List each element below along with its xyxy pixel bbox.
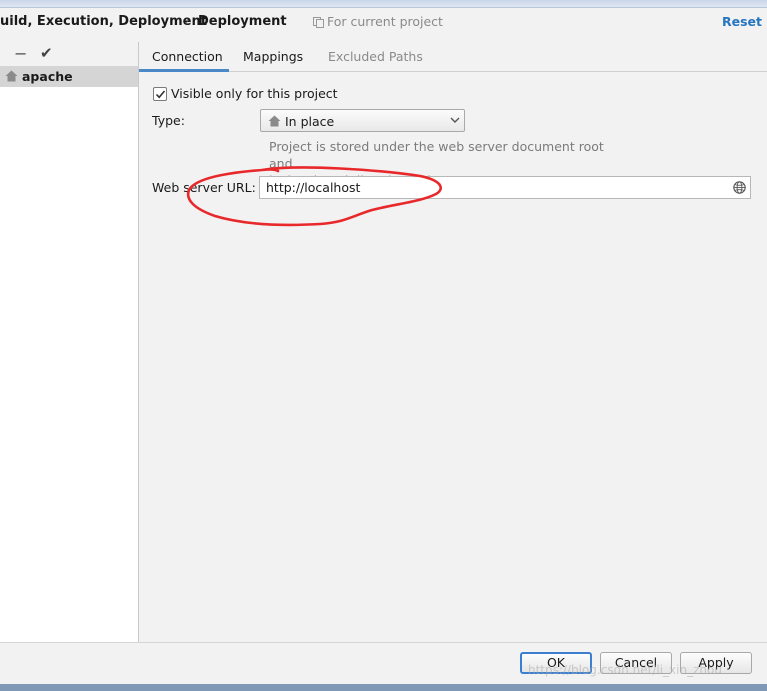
- scope-label: For current project: [327, 14, 443, 29]
- type-description-line-1: Project is stored under the web server d…: [269, 139, 604, 171]
- home-icon: [5, 70, 18, 82]
- type-select-value: In place: [285, 114, 335, 129]
- breadcrumb-current: Deployment: [198, 14, 287, 29]
- type-label: Type:: [152, 113, 185, 128]
- server-item-label: apache: [22, 69, 73, 84]
- tab-mappings[interactable]: Mappings: [243, 49, 303, 64]
- chevron-down-icon: [450, 117, 460, 123]
- server-item-apache[interactable]: apache: [0, 66, 138, 87]
- checkmark-icon: [155, 90, 166, 99]
- web-server-url-input[interactable]: [259, 176, 751, 199]
- window-bottom-strip: [0, 684, 767, 691]
- tab-connection[interactable]: Connection: [152, 49, 223, 64]
- tabs-bar: Connection Mappings Excluded Paths: [139, 42, 767, 72]
- visible-only-checkbox[interactable]: [153, 87, 167, 101]
- tab-excluded-paths[interactable]: Excluded Paths: [328, 49, 423, 64]
- home-icon: [268, 115, 281, 127]
- window-top-strip: [0, 0, 767, 8]
- watermark: https://blog.csdn.net/li_xin_zhou: [528, 663, 722, 677]
- set-default-button[interactable]: ✔: [40, 44, 53, 62]
- server-list-panel: − ✔ apache: [0, 42, 139, 642]
- reset-button[interactable]: Reset: [722, 14, 762, 29]
- web-server-url-label: Web server URL:: [152, 180, 256, 195]
- breadcrumb-separator: ›: [185, 13, 191, 28]
- type-select[interactable]: In place: [260, 109, 465, 132]
- breadcrumb-parent[interactable]: uild, Execution, Deployment: [0, 14, 207, 29]
- copy-icon: [313, 17, 324, 28]
- remove-server-button[interactable]: −: [14, 44, 27, 63]
- globe-icon[interactable]: [733, 181, 746, 194]
- visible-only-label[interactable]: Visible only for this project: [171, 86, 338, 101]
- server-list-toolbar: − ✔: [0, 42, 138, 66]
